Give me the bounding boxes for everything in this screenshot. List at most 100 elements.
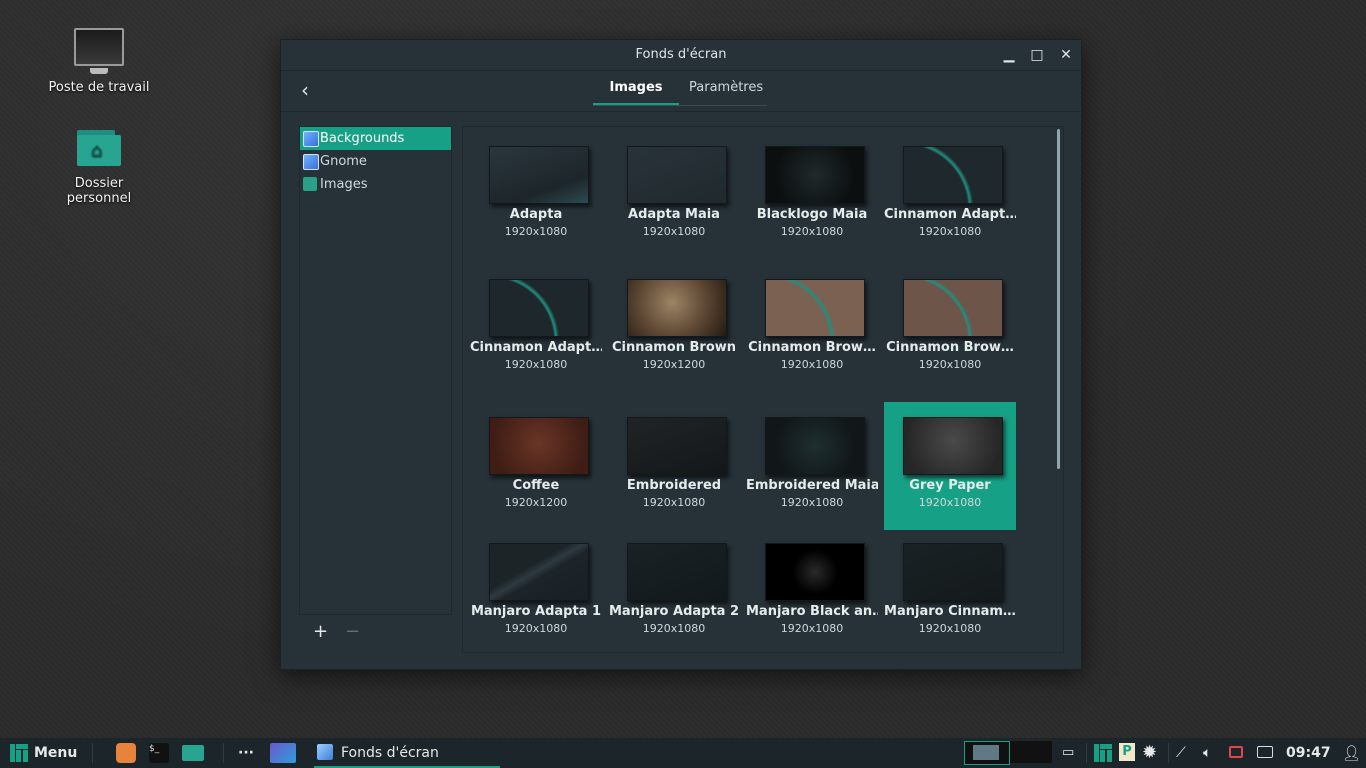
wallpaper-app-launcher[interactable] — [270, 738, 296, 768]
pamac-updates-button[interactable]: P — [1119, 738, 1137, 768]
keyboard-layout-button[interactable] — [1257, 738, 1275, 768]
wallpaper-resolution: 1920x1080 — [780, 358, 844, 371]
wallpaper-resolution: 1920x1080 — [780, 225, 844, 238]
terminal-icon: $_ — [149, 743, 169, 763]
wallpaper-item[interactable]: Cinnamon Brow… 1920x1080 — [884, 264, 1016, 392]
desktop-icon-computer[interactable]: Poste de travail — [44, 28, 154, 95]
sidebar-item-backgrounds[interactable]: Backgrounds — [300, 127, 451, 150]
sidebar-item-images[interactable]: Images — [300, 173, 451, 196]
wallpaper-item[interactable]: Cinnamon Brow… 1920x1080 — [746, 264, 878, 392]
workspace-2[interactable] — [1010, 741, 1052, 763]
wallpaper-name: Adapta Maia — [628, 207, 720, 222]
wallpaper-resolution: 1920x1200 — [504, 496, 568, 509]
user-menu-button[interactable]: 👤︎ — [1342, 738, 1361, 768]
clock[interactable]: 09:47 — [1286, 738, 1334, 768]
window-title: Fonds d'écran — [635, 47, 727, 62]
more-launchers-button[interactable]: ··· — [238, 738, 254, 768]
wallpaper-thumbnail — [903, 543, 1003, 601]
tab-images[interactable]: Images — [593, 75, 679, 105]
wallpaper-resolution: 1920x1080 — [918, 225, 982, 238]
wallpaper-name: Cinnamon Brown — [611, 340, 737, 355]
wallpaper-thumbnail — [903, 279, 1003, 337]
wallpaper-thumbnail — [765, 146, 865, 204]
wallpaper-item[interactable]: Grey Paper 1920x1080 — [884, 402, 1016, 530]
wallpaper-name: Embroidered Maia — [746, 478, 878, 493]
terminal-launcher[interactable]: $_ — [149, 738, 171, 768]
manjaro-settings-button[interactable] — [1094, 738, 1114, 768]
minimize-button[interactable]: ▁ — [1000, 46, 1018, 64]
desktop-icon-home[interactable]: ⌂ Dossier personnel — [44, 130, 154, 206]
wallpaper-item[interactable]: Blacklogo Maia 1920x1080 — [746, 131, 878, 259]
scrollbar[interactable] — [1057, 129, 1060, 469]
sidebar-item-label: Images — [320, 177, 368, 192]
package-icon: P — [1119, 743, 1135, 761]
workspace-1[interactable] — [964, 741, 1010, 765]
wallpaper-thumbnail — [489, 146, 589, 204]
wallpaper-item[interactable]: Embroidered Maia 1920x1080 — [746, 402, 878, 530]
wallpaper-thumbnail — [765, 417, 865, 475]
wallpaper-name: Manjaro Cinnam… — [884, 604, 1016, 619]
windows-icon: ▭ — [1062, 745, 1075, 760]
gear-icon: ✹ — [1142, 742, 1158, 763]
manjaro-logo-icon — [10, 744, 28, 762]
menu-button[interactable]: Menu — [8, 738, 84, 768]
home-folder-icon: ⌂ — [44, 130, 154, 166]
add-folder-button[interactable]: + — [313, 623, 328, 641]
image-icon — [303, 131, 319, 147]
wallpaper-item[interactable]: Manjaro Black an… 1920x1080 — [746, 528, 878, 652]
firefox-launcher[interactable] — [116, 738, 138, 768]
wallpaper-item[interactable]: Embroidered 1920x1080 — [608, 402, 740, 530]
remove-folder-button[interactable]: − — [345, 623, 360, 641]
power-status-button[interactable] — [1229, 738, 1247, 768]
wallpaper-grid: Adapta 1920x1080 Adapta Maia 1920x1080 Black… — [462, 126, 1064, 653]
wallpaper-resolution: 1920x1080 — [504, 622, 568, 635]
wallpaper-resolution: 1920x1080 — [642, 496, 706, 509]
wallpaper-item[interactable]: Adapta 1920x1080 — [470, 131, 602, 259]
sidebar-item-gnome[interactable]: Gnome — [300, 150, 451, 173]
taskbar-window-label: Fonds d'écran — [341, 745, 439, 761]
wallpaper-thumbnail — [489, 279, 589, 337]
wallpaper-item[interactable]: Manjaro Adapta 2 1920x1080 — [608, 528, 740, 652]
wallpaper-name: Blacklogo Maia — [756, 207, 868, 222]
titlebar[interactable]: Fonds d'écran ▁ □ ✕ — [281, 40, 1081, 71]
taskbar: Menu $_ ··· Fonds d'écran ▭ P ✹ ⟋ 🔈︎ 09:… — [0, 738, 1366, 768]
battery-warning-icon — [1229, 746, 1243, 758]
menu-label: Menu — [34, 745, 78, 761]
wallpaper-resolution: 1920x1200 — [642, 358, 706, 371]
wallpaper-item[interactable]: Cinnamon Adapt… 1920x1080 — [470, 264, 602, 392]
wallpaper-item[interactable]: Adapta Maia 1920x1080 — [608, 131, 740, 259]
wallpaper-name: Cinnamon Adapt… — [884, 207, 1016, 222]
wallpaper-item[interactable]: Cinnamon Adapt… 1920x1080 — [884, 131, 1016, 259]
wallpaper-resolution: 1920x1080 — [642, 225, 706, 238]
network-button[interactable]: ⟋ — [1176, 738, 1194, 768]
wallpaper-resolution: 1920x1080 — [780, 622, 844, 635]
wallpaper-thumbnail — [627, 146, 727, 204]
image-icon — [317, 744, 333, 760]
wallpaper-resolution: 1920x1080 — [918, 496, 982, 509]
files-launcher[interactable] — [182, 738, 206, 768]
wallpaper-thumbnail — [765, 543, 865, 601]
keyboard-icon — [1257, 746, 1273, 758]
wallpaper-resolution: 1920x1080 — [780, 496, 844, 509]
wallpaper-item[interactable]: Cinnamon Brown 1920x1200 — [608, 264, 740, 392]
wallpaper-thumbnail — [627, 279, 727, 337]
maximize-button[interactable]: □ — [1028, 46, 1046, 64]
workspace-switcher[interactable] — [964, 738, 1054, 768]
taskbar-window-button[interactable]: Fonds d'écran — [314, 738, 500, 768]
back-button[interactable]: ‹ — [293, 79, 317, 103]
wallpaper-name: Coffee — [512, 478, 560, 493]
wallpaper-name: Embroidered — [626, 478, 722, 493]
close-button[interactable]: ✕ — [1057, 46, 1075, 64]
wallpaper-item[interactable]: Manjaro Adapta 1 1920x1080 — [470, 528, 602, 652]
firefox-icon — [116, 743, 136, 763]
show-desktop-button[interactable]: ▭ — [1062, 738, 1080, 768]
wallpaper-thumbnail — [627, 417, 727, 475]
settings-tray-button[interactable]: ✹ — [1142, 738, 1162, 768]
wallpaper-item[interactable]: Manjaro Cinnam… 1920x1080 — [884, 528, 1016, 652]
wallpaper-resolution: 1920x1080 — [642, 622, 706, 635]
wallpaper-thumbnail — [765, 279, 865, 337]
wallpaper-item[interactable]: Coffee 1920x1200 — [470, 402, 602, 530]
tab-settings[interactable]: Paramètres — [679, 75, 767, 105]
volume-button[interactable]: 🔈︎ — [1203, 738, 1221, 768]
headerbar: ‹ Images Paramètres — [281, 71, 1081, 112]
